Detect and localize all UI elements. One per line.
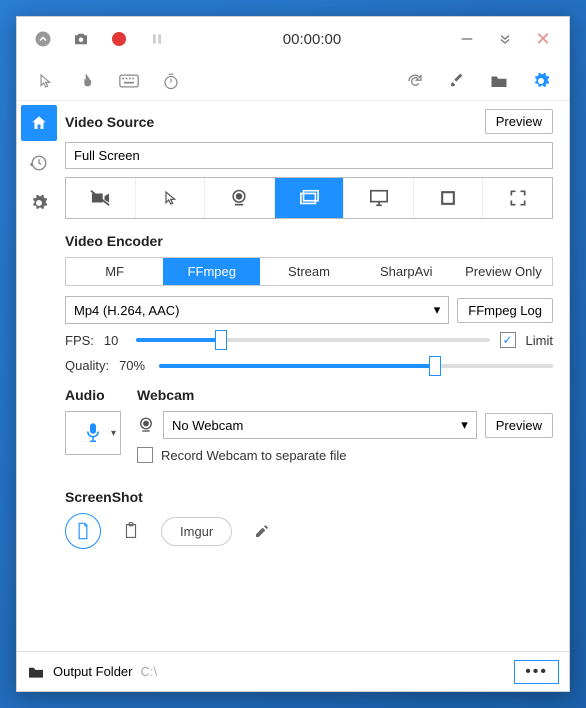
encoder-tab-ffmpeg[interactable]: FFmpeg (163, 258, 260, 285)
quality-label: Quality: (65, 358, 109, 373)
webcam-icon (137, 416, 155, 434)
audio-heading: Audio (65, 387, 121, 403)
encoder-tabs: MF FFmpeg Stream SharpAvi Preview Only (65, 257, 553, 286)
encoder-tab-mf[interactable]: MF (66, 258, 163, 285)
ffmpeg-log-button[interactable]: FFmpeg Log (457, 298, 553, 323)
refresh-icon[interactable] (397, 63, 433, 99)
main-content: Video Source Preview Video Encoder MF FF… (61, 101, 569, 651)
src-webcam-icon[interactable] (205, 178, 275, 218)
app-window: 00:00:00 ✕ (16, 16, 570, 692)
chevron-down-icon: ▾ (111, 428, 116, 439)
audio-mic-button[interactable]: ▾ (65, 411, 121, 455)
expand-down-button[interactable] (489, 23, 521, 55)
screenshot-edit-button[interactable] (244, 513, 280, 549)
video-source-input[interactable] (65, 142, 553, 169)
fps-limit-label: Limit (526, 333, 553, 348)
sidebar-home[interactable] (21, 105, 57, 141)
src-monitor-icon[interactable] (344, 178, 414, 218)
src-fullscreen-icon[interactable] (483, 178, 552, 218)
close-button[interactable]: ✕ (527, 23, 559, 55)
keystroke-overlay-icon[interactable] (111, 63, 147, 99)
cursor-overlay-icon[interactable] (27, 63, 63, 99)
sidebar-settings[interactable] (21, 185, 57, 221)
titlebar: 00:00:00 ✕ (17, 17, 569, 61)
chevron-down-icon: ▾ (461, 417, 468, 433)
encoder-format-value: Mp4 (H.264, AAC) (74, 303, 180, 318)
output-folder-path: C:\ (141, 664, 507, 679)
timer-overlay-icon[interactable] (153, 63, 189, 99)
record-button[interactable] (103, 23, 135, 55)
timer-display: 00:00:00 (179, 31, 445, 48)
fps-slider[interactable] (136, 338, 490, 342)
screenshot-clipboard-button[interactable] (113, 513, 149, 549)
minimize-button[interactable] (451, 23, 483, 55)
screenshot-imgur-button[interactable]: Imgur (161, 517, 232, 546)
brush-icon[interactable] (439, 63, 475, 99)
src-screen-icon[interactable] (275, 178, 345, 218)
encoder-tab-preview[interactable]: Preview Only (455, 258, 552, 285)
src-cursor-icon[interactable] (136, 178, 206, 218)
fps-label: FPS: (65, 333, 94, 348)
sidebar (17, 101, 61, 651)
preview-button[interactable]: Preview (485, 109, 553, 134)
encoder-tab-stream[interactable]: Stream (260, 258, 357, 285)
quality-slider[interactable] (159, 364, 553, 368)
more-button[interactable]: ••• (514, 660, 559, 684)
src-no-video-icon[interactable] (66, 178, 136, 218)
footer-folder-icon[interactable] (27, 665, 45, 679)
webcam-selected-value: No Webcam (172, 418, 243, 433)
webcam-preview-button[interactable]: Preview (485, 413, 553, 438)
webcam-heading: Webcam (137, 387, 553, 403)
src-region-icon[interactable] (414, 178, 484, 218)
video-encoder-heading: Video Encoder (65, 233, 553, 249)
footer: Output Folder C:\ ••• (17, 651, 569, 691)
screenshot-disk-button[interactable] (65, 513, 101, 549)
fps-value: 10 (104, 333, 126, 348)
collapse-button[interactable] (27, 23, 59, 55)
encoder-tab-sharpavi[interactable]: SharpAvi (358, 258, 455, 285)
video-source-options (65, 177, 553, 219)
secondary-toolbar (17, 61, 569, 101)
webcam-separate-checkbox[interactable] (137, 447, 153, 463)
quality-value: 70% (119, 358, 149, 373)
click-overlay-icon[interactable] (69, 63, 105, 99)
screenshot-button[interactable] (65, 23, 97, 55)
sidebar-recent[interactable] (21, 145, 57, 181)
fps-limit-checkbox[interactable]: ✓ (500, 332, 516, 348)
settings-gear-icon[interactable] (523, 63, 559, 99)
encoder-format-select[interactable]: Mp4 (H.264, AAC) ▾ (65, 296, 449, 324)
chevron-down-icon: ▾ (434, 302, 441, 318)
screenshot-heading: ScreenShot (65, 489, 553, 505)
webcam-select[interactable]: No Webcam ▾ (163, 411, 477, 439)
folder-icon[interactable] (481, 63, 517, 99)
pause-button (141, 23, 173, 55)
webcam-separate-label: Record Webcam to separate file (161, 448, 346, 463)
output-folder-label: Output Folder (53, 664, 133, 679)
video-source-heading: Video Source (65, 114, 154, 130)
